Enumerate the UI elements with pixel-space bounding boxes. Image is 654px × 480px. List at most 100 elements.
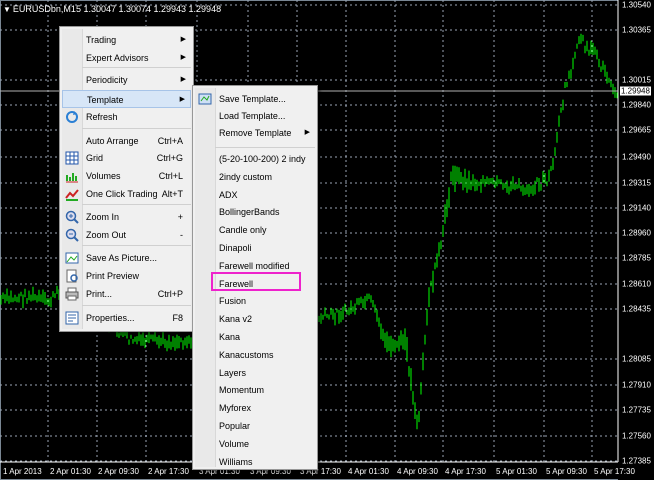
template-item-label: Kana [219,332,241,342]
template-item[interactable]: Volume [195,435,315,453]
submenu-item-label: Remove Template [219,128,292,138]
menu-separator [82,305,191,306]
time-label: 2 Apr 09:30 [98,467,139,476]
properties-icon [65,311,79,325]
menu-item-shortcut: + [177,212,183,222]
submenu-item-save-template[interactable]: Save Template... [195,90,315,108]
menu-item-print-preview[interactable]: Print Preview [62,267,191,285]
price-label: 1.28610 [622,279,651,289]
price-label: 1.29840 [622,100,651,110]
submenu-arrow-icon: ▶ [179,96,185,103]
menu-item-label: Zoom In [86,212,120,222]
price-label: 1.29140 [622,203,651,213]
price-label: 1.27735 [622,405,651,415]
menu-item-shortcut: F8 [172,313,183,323]
menu-item-print[interactable]: Print... Ctrl+P [62,285,191,303]
menu-item-save-as-picture[interactable]: Save As Picture... [62,249,191,267]
time-label: 5 Apr 17:30 [594,467,635,476]
menu-item-label: Print Preview [86,271,140,281]
template-item[interactable]: 2indy custom [195,168,315,186]
template-item[interactable]: Candle only [195,221,315,239]
price-label: 1.27560 [622,431,651,441]
template-item-label: ADX [219,189,238,200]
price-label: 1.30540 [622,0,651,10]
menu-separator [82,128,191,129]
price-label: 1.29315 [622,178,651,188]
submenu-item-label: Load Template... [219,111,286,121]
menu-item-zoom-out[interactable]: Zoom Out - [62,226,191,244]
menu-item-label: Trading [86,35,117,45]
menu-item-trading[interactable]: Trading ▶ [62,31,191,49]
chart-dropdown-icon[interactable]: ▼ [3,5,11,14]
zoom-in-icon [65,210,79,224]
menu-item-shortcut: Ctrl+L [158,171,183,181]
template-item-label: 2indy custom [219,171,273,182]
menu-item-shortcut: Ctrl+G [156,153,183,163]
template-item[interactable]: Fusion [195,292,315,310]
submenu-arrow-icon: ▶ [180,36,186,43]
menu-item-template[interactable]: Template ▶ [62,90,191,108]
time-label: 5 Apr 09:30 [546,467,587,476]
template-item[interactable]: Williams [195,453,315,471]
template-item[interactable]: (5-20-100-200) 2 indy [195,150,315,168]
template-item-label: Momentum [219,385,265,396]
template-item[interactable]: Kanacustoms [195,346,315,364]
farewell-highlight-box [211,272,301,291]
menu-item-shortcut: Ctrl+P [157,289,183,299]
time-label: 4 Apr 09:30 [397,467,438,476]
price-label: 1.30365 [622,25,651,35]
submenu-arrow-icon: ▶ [180,76,186,83]
menu-item-refresh[interactable]: Refresh [62,108,191,126]
template-item-label: Myforex [219,403,252,414]
price-label: 1.28085 [622,354,651,364]
price-label: 1.29490 [622,152,651,162]
menu-item-auto-arrange[interactable]: Auto Arrange Ctrl+A [62,132,191,150]
template-item[interactable]: Dinapoli [195,239,315,257]
menu-separator [215,147,315,148]
menu-item-label: One Click Trading [86,189,158,199]
menu-item-grid[interactable]: Grid Ctrl+G [62,149,191,167]
template-item[interactable]: BollingerBands [195,203,315,221]
submenu-arrow-icon: ▶ [180,54,186,61]
price-label: 1.27910 [622,380,651,390]
time-label: 2 Apr 17:30 [148,467,189,476]
menu-item-properties[interactable]: Properties... F8 [62,309,191,327]
price-label: 1.28785 [622,253,651,263]
print-preview-icon [65,269,79,283]
submenu-item-remove-template[interactable]: Remove Template ▶ [195,124,315,142]
submenu-item-load-template[interactable]: Load Template... [195,107,315,125]
menu-item-zoom-in[interactable]: Zoom In + [62,208,191,226]
menu-item-shortcut: - [180,230,183,240]
chart-context-menu: Trading ▶ Expert Advisors ▶ Periodicity ▶ Temp… [59,26,194,332]
menu-separator [82,67,191,68]
menu-item-shortcut: Ctrl+A [157,136,183,146]
menu-item-periodicity[interactable]: Periodicity ▶ [62,71,191,89]
template-item-label: Candle only [219,225,267,236]
menu-separator [82,204,191,205]
submenu-arrow-icon: ▶ [304,129,310,136]
refresh-icon [65,110,79,124]
template-item[interactable]: Layers [195,364,315,382]
template-item[interactable]: Kana [195,328,315,346]
price-label: 1.30015 [622,75,651,85]
template-item[interactable]: Momentum [195,381,315,399]
template-item[interactable]: Myforex [195,399,315,417]
grid-icon [65,151,79,165]
time-label: 4 Apr 01:30 [348,467,389,476]
save-template-icon [198,92,212,106]
price-label: 1.27385 [622,456,651,466]
menu-item-label: Grid [86,153,104,163]
template-item[interactable]: Popular [195,417,315,435]
save-picture-icon [65,251,79,265]
template-item[interactable]: ADX [195,186,315,204]
menu-item-volumes[interactable]: Volumes Ctrl+L [62,167,191,185]
printer-icon [65,287,79,301]
menu-item-label: Zoom Out [86,230,127,240]
menu-item-label: Expert Advisors [86,53,149,63]
menu-item-expert-advisors[interactable]: Expert Advisors ▶ [62,49,191,67]
volumes-icon [65,169,79,183]
chart-title-text: EURUSDbn,M15 1.30047 1.30074 1.29943 1.2… [12,4,222,14]
menu-item-one-click-trading[interactable]: One Click Trading Alt+T [62,185,191,203]
menu-item-label: Periodicity [86,75,128,85]
template-item[interactable]: Kana v2 [195,310,315,328]
